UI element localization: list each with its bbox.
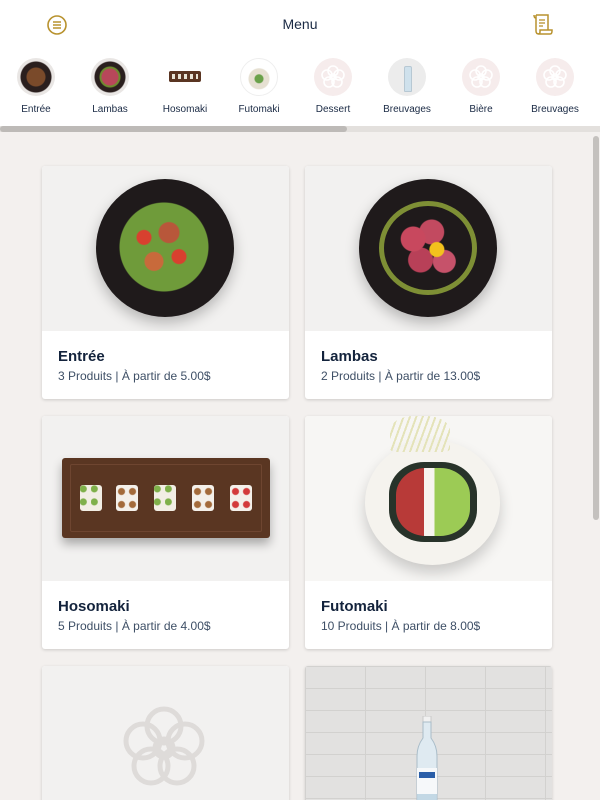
hosomaki-image bbox=[42, 416, 289, 581]
category-biere[interactable]: Bière bbox=[444, 58, 518, 115]
flower-placeholder-icon bbox=[123, 706, 205, 786]
category-card-lambas[interactable]: Lambas 2 Produits | À partir de 13.00$ bbox=[305, 166, 552, 399]
dish-image bbox=[42, 166, 289, 331]
category-card-futomaki[interactable]: Futomaki 10 Produits | À partir de 8.00$ bbox=[305, 416, 552, 649]
category-breuvages[interactable]: Breuvages bbox=[370, 58, 444, 115]
category-label: Lambas bbox=[92, 104, 128, 115]
category-lambas[interactable]: Lambas bbox=[73, 58, 147, 115]
category-scrollbar[interactable] bbox=[0, 126, 600, 132]
card-title: Entrée bbox=[58, 348, 105, 365]
dish-image bbox=[305, 166, 552, 331]
top-bar: Menu bbox=[0, 0, 600, 50]
page-title: Menu bbox=[282, 16, 318, 32]
beverage-image bbox=[305, 666, 552, 800]
card-title: Hosomaki bbox=[58, 598, 130, 615]
category-entree[interactable]: Entrée bbox=[0, 58, 73, 115]
category-card-entree[interactable]: Entrée 3 Produits | À partir de 5.00$ bbox=[42, 166, 289, 399]
page-scrollbar[interactable] bbox=[593, 136, 599, 520]
category-breuvages-2[interactable]: Breuvages bbox=[518, 58, 592, 115]
category-label: Breuvages bbox=[383, 104, 431, 115]
category-label: Futomaki bbox=[238, 104, 280, 115]
card-title: Lambas bbox=[321, 348, 378, 365]
futomaki-image bbox=[305, 416, 552, 581]
category-futomaki[interactable]: Futomaki bbox=[222, 58, 296, 115]
category-label: Breuvages bbox=[531, 104, 579, 115]
category-scrollbar-thumb[interactable] bbox=[0, 126, 347, 132]
flower-placeholder-icon bbox=[462, 58, 500, 96]
category-hosomaki[interactable]: Hosomaki bbox=[148, 58, 222, 115]
bottle-thumbnail bbox=[388, 58, 426, 96]
category-label: Hosomaki bbox=[162, 104, 208, 115]
category-card-hosomaki[interactable]: Hosomaki 5 Produits | À partir de 4.00$ bbox=[42, 416, 289, 649]
category-card-dessert[interactable] bbox=[42, 666, 289, 800]
card-meta: 5 Produits | À partir de 4.00$ bbox=[58, 619, 211, 633]
category-label: Entrée bbox=[21, 104, 51, 115]
category-card-breuvages[interactable] bbox=[305, 666, 552, 800]
tray-thumbnail bbox=[166, 58, 204, 96]
card-meta: 2 Produits | À partir de 13.00$ bbox=[321, 369, 481, 383]
card-title: Futomaki bbox=[321, 598, 388, 615]
flower-placeholder-icon bbox=[536, 58, 574, 96]
category-label: Bière bbox=[469, 104, 493, 115]
receipt-icon[interactable] bbox=[531, 12, 555, 38]
card-meta: 3 Produits | À partir de 5.00$ bbox=[58, 369, 211, 383]
category-bar: Entrée Lambas Hosomaki Futomaki Dessert … bbox=[0, 50, 600, 132]
roll-thumbnail bbox=[240, 58, 278, 96]
card-meta: 10 Produits | À partir de 8.00$ bbox=[321, 619, 481, 633]
dish-thumbnail bbox=[17, 58, 55, 96]
category-dessert[interactable]: Dessert bbox=[296, 58, 370, 115]
dish-thumbnail bbox=[91, 58, 129, 96]
flower-placeholder-icon bbox=[314, 58, 352, 96]
placeholder-image bbox=[42, 666, 289, 800]
category-label: Dessert bbox=[315, 104, 351, 115]
